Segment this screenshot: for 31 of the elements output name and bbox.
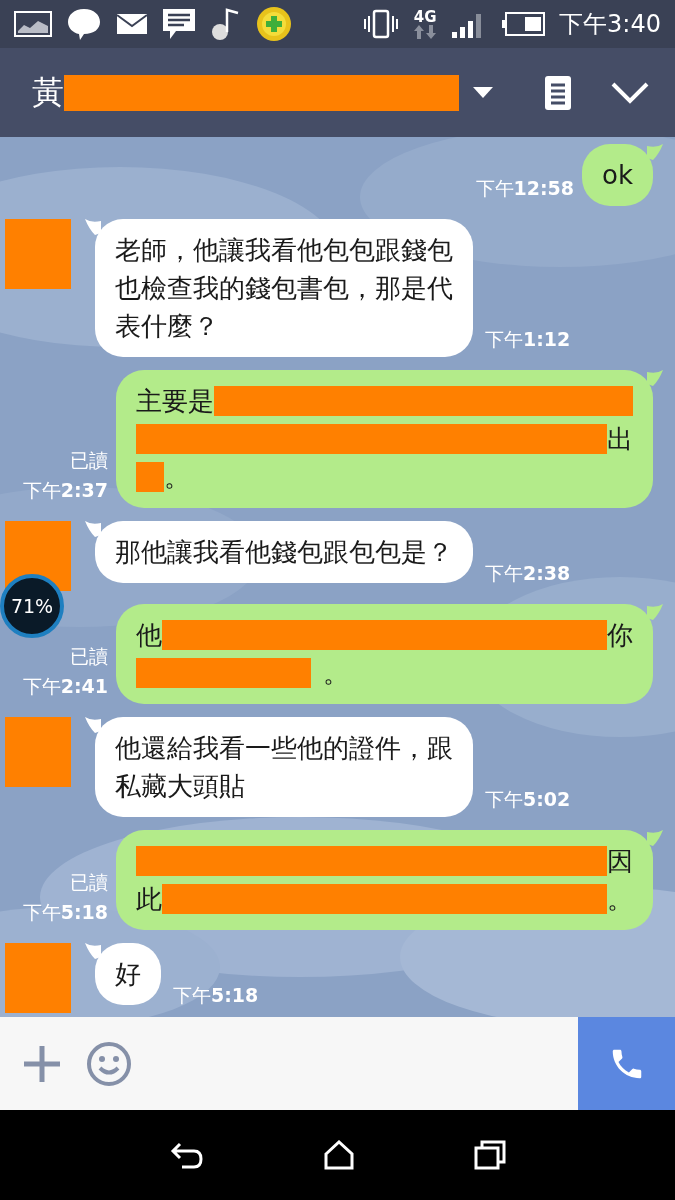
message-text: 出 [607,423,633,456]
message-text: 此 [136,883,162,916]
message-text: 。 [323,657,349,690]
read-receipt: 已讀 [70,448,108,473]
read-receipt: 已讀 [70,644,108,669]
message-text: 。 [164,461,190,494]
timestamp: 下午2:41 [22,674,108,699]
message-text: 好 [115,958,141,991]
message-text: 那他讓我看他錢包跟包包是？ [115,536,453,569]
network-type: 4G [413,9,437,25]
timestamp: 下午1:12 [485,327,571,352]
timestamp: 下午2:37 [22,478,108,503]
message-text: ok [602,159,633,192]
message-text: 表什麼？ [115,310,219,343]
message-text: 他還給我看一些他的證件，跟 [115,732,453,765]
message-text: 。 [607,883,633,916]
message-text: 他 [136,619,162,652]
message-text: 因 [607,845,633,878]
timestamp: 下午5:02 [485,787,571,812]
message-text: 老師，他讓我看他包包跟錢包 [115,234,453,267]
message-text: 也檢查我的錢包書包，那是代 [115,272,453,305]
message-text: 私藏大頭貼 [115,770,245,803]
timestamp: 下午12:58 [475,176,575,201]
timestamp: 下午2:38 [485,561,571,586]
status-time: 下午3:40 [559,9,661,40]
chat-title[interactable]: 黃 [32,70,64,115]
message-text: 你 [607,619,633,652]
timestamp: 下午5:18 [22,900,108,925]
read-receipt: 已讀 [70,870,108,895]
message-text: 主要是 [136,385,214,418]
timestamp: 下午5:18 [173,983,259,1008]
